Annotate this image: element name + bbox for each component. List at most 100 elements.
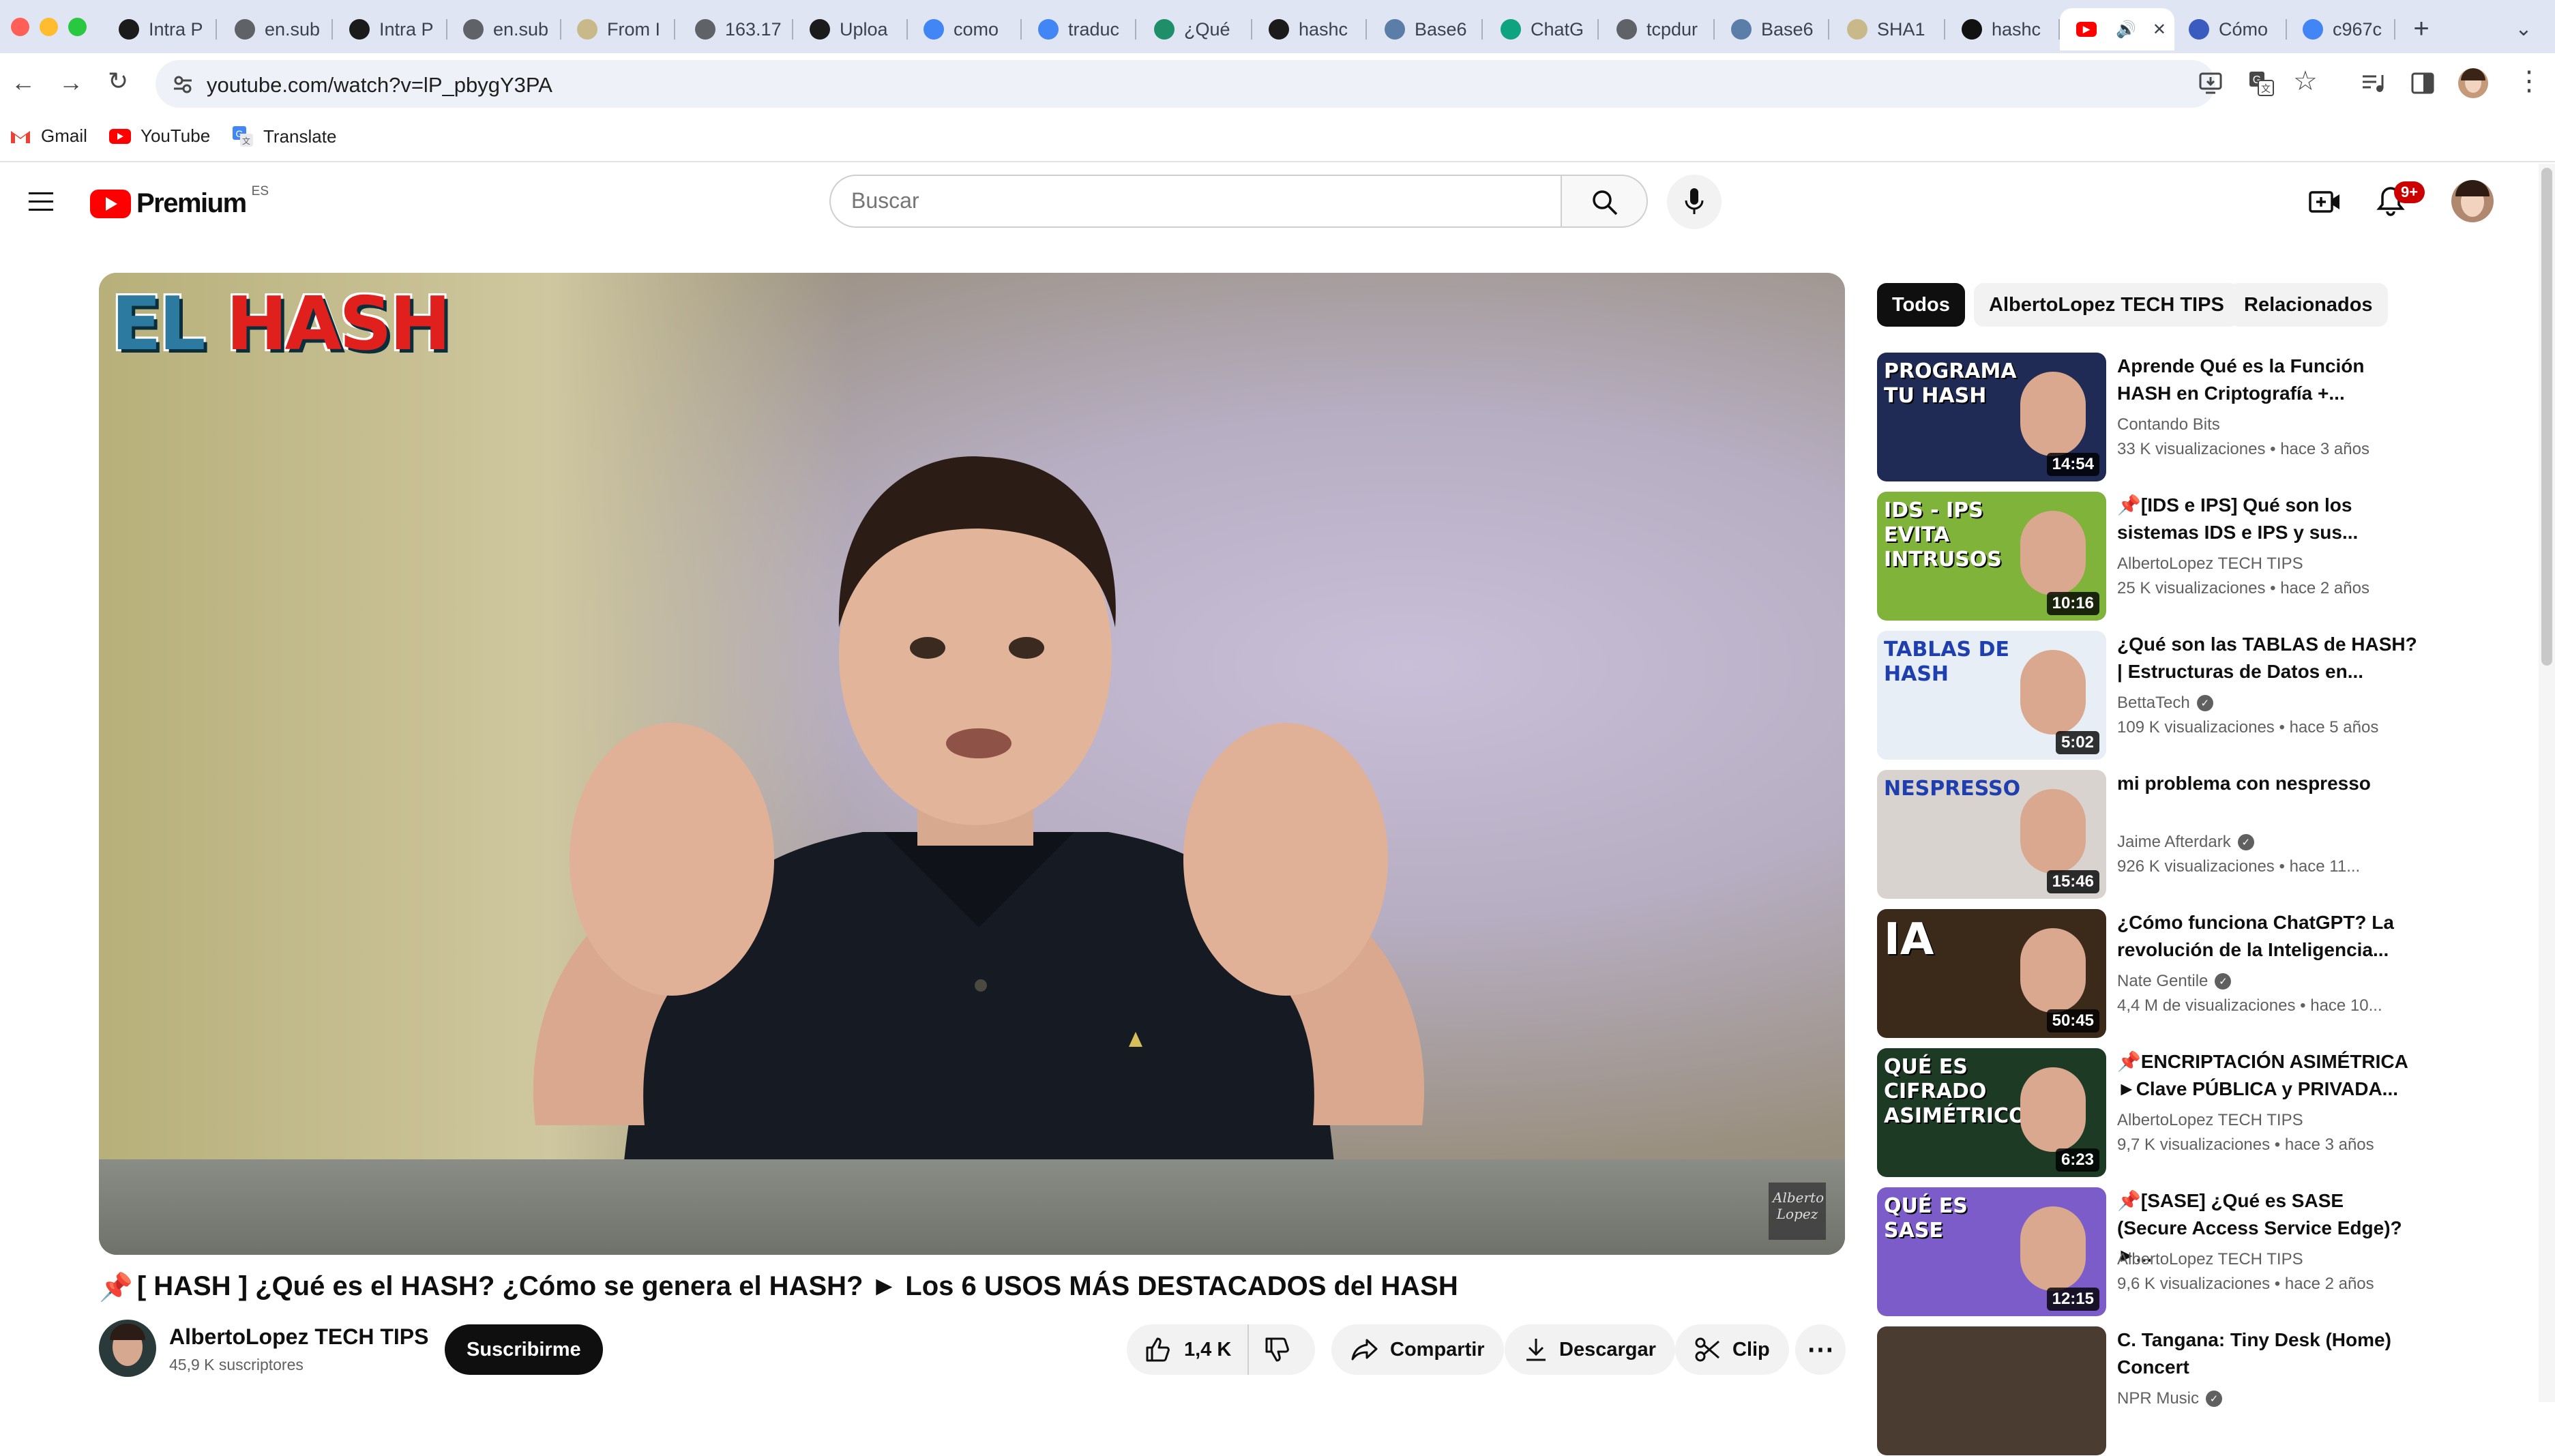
recommended-title[interactable]: 📌ENCRIPTACIÓN ASIMÉTRICA ►Clave PÚBLICA … <box>2117 1048 2417 1103</box>
site-info-icon[interactable] <box>172 74 194 95</box>
recommended-title[interactable]: mi problema con nespresso <box>2117 770 2417 797</box>
browser-tab[interactable]: Uploa <box>793 8 908 50</box>
bookmark-gmail[interactable]: Gmail <box>10 125 87 147</box>
zoom-window-button[interactable] <box>68 18 87 36</box>
recommended-video[interactable]: QUÉ ES CIFRADO ASIMÉTRICO 6:23 📌ENCRIPTACI… <box>1877 1048 2484 1178</box>
recommended-video[interactable]: IDS - IPS EVITA INTRUSOS 10:16 📌[IDS e IPS… <box>1877 492 2484 621</box>
channel-watermark[interactable]: Alberto Lopez <box>1769 1183 1826 1240</box>
browser-tab[interactable]: traduc <box>1022 8 1136 50</box>
chip-channel[interactable]: AlbertoLopez TECH TIPS <box>1974 283 2239 327</box>
browser-tab[interactable]: From I <box>561 8 675 50</box>
bookmark-youtube[interactable]: YouTube <box>109 125 210 147</box>
account-avatar[interactable] <box>2451 180 2494 222</box>
translate-page-icon[interactable]: G文 <box>2247 70 2275 97</box>
hamburger-menu-icon[interactable] <box>27 188 56 216</box>
chip-related[interactable]: Relacionados <box>2229 283 2388 327</box>
browser-tab[interactable]: Base6 <box>1368 8 1483 50</box>
close-window-button[interactable] <box>11 18 29 36</box>
recommended-channel[interactable]: AlbertoLopez TECH TIPS <box>2117 1111 2303 1130</box>
browser-menu-icon[interactable]: ⋮ <box>2515 65 2543 97</box>
video-thumbnail[interactable]: QUÉ ES CIFRADO ASIMÉTRICO 6:23 <box>1877 1048 2106 1177</box>
video-thumbnail[interactable]: QUÉ ES SASE 12:15 <box>1877 1187 2106 1316</box>
video-player[interactable]: EL HASH Alberto Lopez <box>99 273 1845 1255</box>
channel-avatar[interactable] <box>99 1320 156 1377</box>
recommended-video[interactable]: TABLAS DE HASH 5:02 ¿Qué son las TABLAS de… <box>1877 631 2484 760</box>
search-box[interactable] <box>829 175 1562 228</box>
browser-tab[interactable]: hashc <box>1252 8 1367 50</box>
browser-tab[interactable]: 163.17 <box>679 8 793 50</box>
recommended-title[interactable]: 📌[IDS e IPS] Qué son los sistemas IDS e … <box>2117 492 2417 546</box>
side-panel-icon[interactable] <box>2409 70 2436 97</box>
recommended-video[interactable]: PROGRAMA TU HASH 14:54 Aprende Qué es la F… <box>1877 353 2484 482</box>
share-button[interactable]: Compartir <box>1331 1324 1504 1375</box>
tab-separator <box>1481 19 1483 40</box>
browser-tab[interactable]: como <box>907 8 1022 50</box>
recommended-title[interactable]: ¿Cómo funciona ChatGPT? La revolución de… <box>2117 909 2417 964</box>
video-thumbnail[interactable] <box>1877 1326 2106 1455</box>
voice-search-button[interactable] <box>1667 175 1722 229</box>
back-icon[interactable]: ← <box>11 68 35 97</box>
browser-tab[interactable]: SHA1 <box>1831 8 1945 50</box>
browser-tab[interactable]: en.sub <box>447 8 561 50</box>
recommended-title[interactable]: ¿Qué son las TABLAS de HASH? | Estructur… <box>2117 631 2417 685</box>
recommended-channel[interactable]: AlbertoLopez TECH TIPS <box>2117 1250 2303 1269</box>
bookmark-translate[interactable]: G文 Translate <box>232 125 336 147</box>
recommended-channel[interactable]: Contando Bits <box>2117 415 2220 434</box>
new-tab-icon[interactable]: + <box>2401 8 2442 49</box>
url-text[interactable]: youtube.com/watch?v=lP_pbygY3PA <box>207 73 552 98</box>
dislike-button[interactable] <box>1249 1324 1306 1375</box>
browser-tab[interactable]: Intra P <box>333 8 447 50</box>
video-thumbnail[interactable]: IA 50:45 <box>1877 909 2106 1038</box>
browser-tab[interactable]: Cómo <box>2172 8 2287 50</box>
recommended-channel[interactable]: Jaime Afterdark ✓ <box>2117 833 2254 852</box>
video-thumbnail[interactable]: IDS - IPS EVITA INTRUSOS 10:16 <box>1877 492 2106 621</box>
recommended-channel[interactable]: Nate Gentile ✓ <box>2117 972 2232 991</box>
recommended-video[interactable]: C. Tangana: Tiny Desk (Home) Concert NPR … <box>1877 1326 2484 1456</box>
scrollbar-thumb[interactable] <box>2541 168 2552 666</box>
forward-icon[interactable]: → <box>59 68 83 97</box>
browser-tab[interactable]: tcpdur <box>1600 8 1715 50</box>
install-app-icon[interactable] <box>2198 70 2225 97</box>
search-input[interactable] <box>851 188 1533 213</box>
close-tab-icon[interactable]: ✕ <box>2153 20 2166 40</box>
recommended-title[interactable]: Aprende Qué es la Función HASH en Cripto… <box>2117 353 2417 407</box>
search-button[interactable] <box>1561 175 1648 228</box>
recommended-title[interactable]: C. Tangana: Tiny Desk (Home) Concert <box>2117 1326 2417 1381</box>
youtube-logo[interactable]: Premium ES <box>90 184 269 219</box>
like-button[interactable]: 1,4 K <box>1127 1324 1250 1375</box>
subscribe-button[interactable]: Suscribirme <box>445 1324 603 1375</box>
browser-tab[interactable]: hashc <box>1945 8 2060 50</box>
browser-tab[interactable]: c967c <box>2286 8 2395 50</box>
browser-tab[interactable]: Intra P <box>102 8 217 50</box>
browser-tab[interactable]: Base6 <box>1715 8 1829 50</box>
create-video-icon[interactable] <box>2308 185 2342 220</box>
address-bar[interactable]: youtube.com/watch?v=lP_pbygY3PA <box>156 60 2222 108</box>
recommended-video[interactable]: IA 50:45 ¿Cómo funciona ChatGPT? La revolu… <box>1877 909 2484 1039</box>
video-thumbnail[interactable]: TABLAS DE HASH 5:02 <box>1877 631 2106 760</box>
more-actions-icon[interactable]: ⋯ <box>1795 1324 1846 1375</box>
browser-tab[interactable]: en.sub <box>218 8 333 50</box>
recommended-video[interactable]: QUÉ ES SASE 12:15 📌[SASE] ¿Qué es SASE (Se… <box>1877 1187 2484 1317</box>
recommended-video[interactable]: NESPRESSO 15:46 mi problema con nespresso J… <box>1877 770 2484 900</box>
recommended-channel[interactable]: AlbertoLopez TECH TIPS <box>2117 554 2303 574</box>
video-thumbnail[interactable]: NESPRESSO 15:46 <box>1877 770 2106 899</box>
profile-avatar[interactable] <box>2458 68 2488 98</box>
tab-search-chevron-icon[interactable]: ⌄ <box>2503 8 2544 49</box>
media-control-icon[interactable] <box>2360 70 2387 97</box>
recommended-channel[interactable]: BettaTech ✓ <box>2117 694 2213 713</box>
clip-button[interactable]: Clip <box>1675 1324 1789 1375</box>
browser-tab[interactable]: ChatG <box>1484 8 1599 50</box>
download-button[interactable]: Descargar <box>1505 1324 1675 1375</box>
reload-icon[interactable]: ↻ <box>108 67 128 95</box>
browser-tab[interactable]: ▶ 🔊 ✕ <box>2060 8 2174 50</box>
channel-name[interactable]: AlbertoLopez TECH TIPS <box>169 1324 428 1350</box>
page-scrollbar[interactable] <box>2539 164 2555 1402</box>
audio-playing-icon[interactable]: 🔊 <box>2116 20 2136 40</box>
bookmark-star-icon[interactable]: ☆ <box>2293 65 2318 97</box>
minimize-window-button[interactable] <box>40 18 58 36</box>
channel-name-text: Nate Gentile <box>2117 972 2209 990</box>
chip-todos[interactable]: Todos <box>1877 283 1965 327</box>
recommended-channel[interactable]: NPR Music ✓ <box>2117 1389 2223 1408</box>
browser-tab[interactable]: ¿Qué <box>1138 8 1252 50</box>
video-thumbnail[interactable]: PROGRAMA TU HASH 14:54 <box>1877 353 2106 481</box>
